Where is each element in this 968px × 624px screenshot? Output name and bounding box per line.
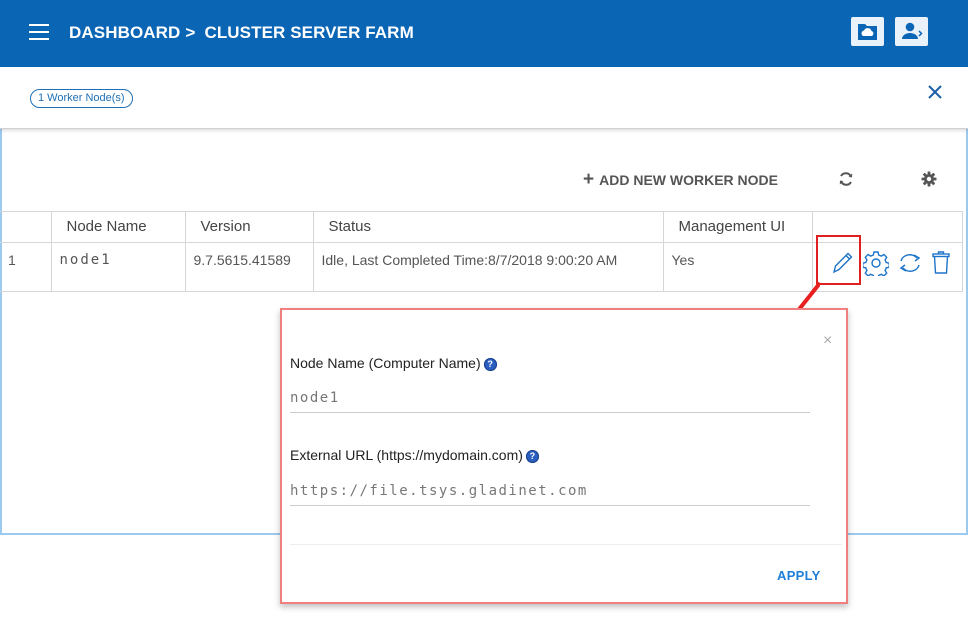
column-header-status[interactable]: Status xyxy=(312,211,664,243)
breadcrumb-dashboard[interactable]: DASHBOARD xyxy=(69,23,180,42)
apply-button[interactable]: APPLY xyxy=(777,568,821,583)
column-header-management-ui[interactable]: Management UI xyxy=(662,211,813,243)
external-url-field[interactable] xyxy=(290,476,810,506)
external-url-label: External URL (https://mydomain.com) ? xyxy=(290,447,539,463)
add-worker-node-button[interactable]: + ADD NEW WORKER NODE xyxy=(583,169,778,190)
settings-icon[interactable] xyxy=(862,250,889,276)
breadcrumb-current: CLUSTER SERVER FARM xyxy=(204,23,414,42)
edit-worker-node-dialog: × Node Name (Computer Name) ? External U… xyxy=(280,308,848,604)
row-status: Idle, Last Completed Time:8/7/2018 9:00:… xyxy=(312,242,664,292)
worker-count-badge: 1 Worker Node(s) xyxy=(30,89,133,108)
breadcrumb-separator: > xyxy=(185,23,196,42)
gear-icon[interactable] xyxy=(921,171,937,187)
node-name-label: Node Name (Computer Name) ? xyxy=(290,355,497,371)
sync-icon[interactable] xyxy=(897,250,923,276)
refresh-icon[interactable] xyxy=(838,171,854,187)
hamburger-menu-icon[interactable] xyxy=(29,24,49,41)
cloud-folder-icon xyxy=(858,24,877,40)
row-index: 1 xyxy=(0,242,52,292)
cloud-folder-button[interactable] xyxy=(851,17,884,46)
node-name-field[interactable] xyxy=(290,383,810,413)
breadcrumb: DASHBOARD > CLUSTER SERVER FARM xyxy=(69,23,414,43)
edit-highlight-box xyxy=(816,235,861,285)
user-account-icon xyxy=(902,22,923,39)
dialog-divider xyxy=(290,544,842,545)
help-icon[interactable]: ? xyxy=(525,450,539,463)
sub-header: 1 Worker Node(s) xyxy=(0,67,968,129)
help-icon[interactable]: ? xyxy=(483,358,497,371)
close-icon[interactable] xyxy=(925,82,945,102)
column-header-index xyxy=(0,211,52,243)
add-worker-node-label: ADD NEW WORKER NODE xyxy=(599,172,778,188)
delete-icon[interactable] xyxy=(930,250,952,276)
row-node-name: node1 xyxy=(50,242,186,292)
column-header-version[interactable]: Version xyxy=(184,211,314,243)
row-version: 9.7.5615.41589 xyxy=(184,242,314,292)
column-header-node-name[interactable]: Node Name xyxy=(50,211,186,243)
plus-icon: + xyxy=(583,169,595,190)
user-account-button[interactable] xyxy=(895,17,928,46)
dialog-close-button[interactable]: × xyxy=(823,332,832,350)
external-url-label-text: External URL (https://mydomain.com) xyxy=(290,447,523,463)
top-bar: DASHBOARD > CLUSTER SERVER FARM xyxy=(0,0,968,67)
node-name-label-text: Node Name (Computer Name) xyxy=(290,355,481,371)
